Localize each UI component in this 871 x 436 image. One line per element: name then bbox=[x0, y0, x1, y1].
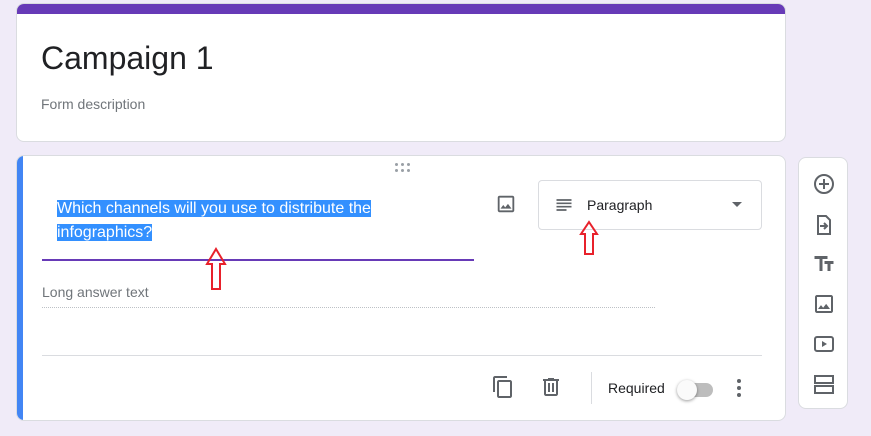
chevron-down-icon bbox=[732, 202, 742, 207]
form-title[interactable]: Campaign 1 bbox=[41, 40, 214, 77]
answer-placeholder: Long answer text bbox=[42, 284, 149, 300]
add-video-icon[interactable] bbox=[812, 332, 836, 356]
paragraph-icon bbox=[554, 195, 574, 220]
annotation-arrow-up-icon bbox=[205, 247, 227, 290]
toggle-thumb bbox=[677, 380, 697, 400]
required-label: Required bbox=[608, 380, 665, 396]
annotation-arrow-up-icon bbox=[579, 220, 599, 255]
add-image-icon[interactable] bbox=[812, 292, 836, 316]
add-section-icon[interactable] bbox=[812, 372, 836, 396]
question-type-dropdown[interactable]: Paragraph bbox=[538, 180, 762, 230]
question-card[interactable]: Which channels will you use to distribut… bbox=[16, 155, 786, 421]
delete-icon[interactable] bbox=[539, 375, 563, 404]
form-description-field[interactable]: Form description bbox=[41, 96, 145, 112]
question-type-label: Paragraph bbox=[587, 197, 653, 213]
form-color-bar bbox=[17, 4, 785, 14]
answer-underline bbox=[42, 307, 655, 308]
required-toggle[interactable] bbox=[677, 379, 717, 400]
more-options-icon[interactable] bbox=[727, 374, 751, 409]
active-question-indicator bbox=[17, 156, 23, 420]
form-title-card: Campaign 1 Form description bbox=[16, 3, 786, 142]
question-title-input[interactable]: Which channels will you use to distribut… bbox=[42, 183, 474, 261]
duplicate-icon[interactable] bbox=[491, 375, 515, 404]
footer-vertical-divider bbox=[591, 372, 592, 404]
drag-handle-icon[interactable] bbox=[393, 161, 413, 175]
add-image-icon[interactable] bbox=[495, 193, 517, 215]
question-title-text: Which channels will you use to distribut… bbox=[57, 200, 371, 241]
add-title-icon[interactable] bbox=[812, 252, 836, 276]
import-questions-icon[interactable] bbox=[812, 213, 836, 237]
add-question-icon[interactable] bbox=[812, 172, 836, 196]
footer-divider bbox=[42, 355, 762, 356]
side-toolbar bbox=[798, 157, 848, 409]
